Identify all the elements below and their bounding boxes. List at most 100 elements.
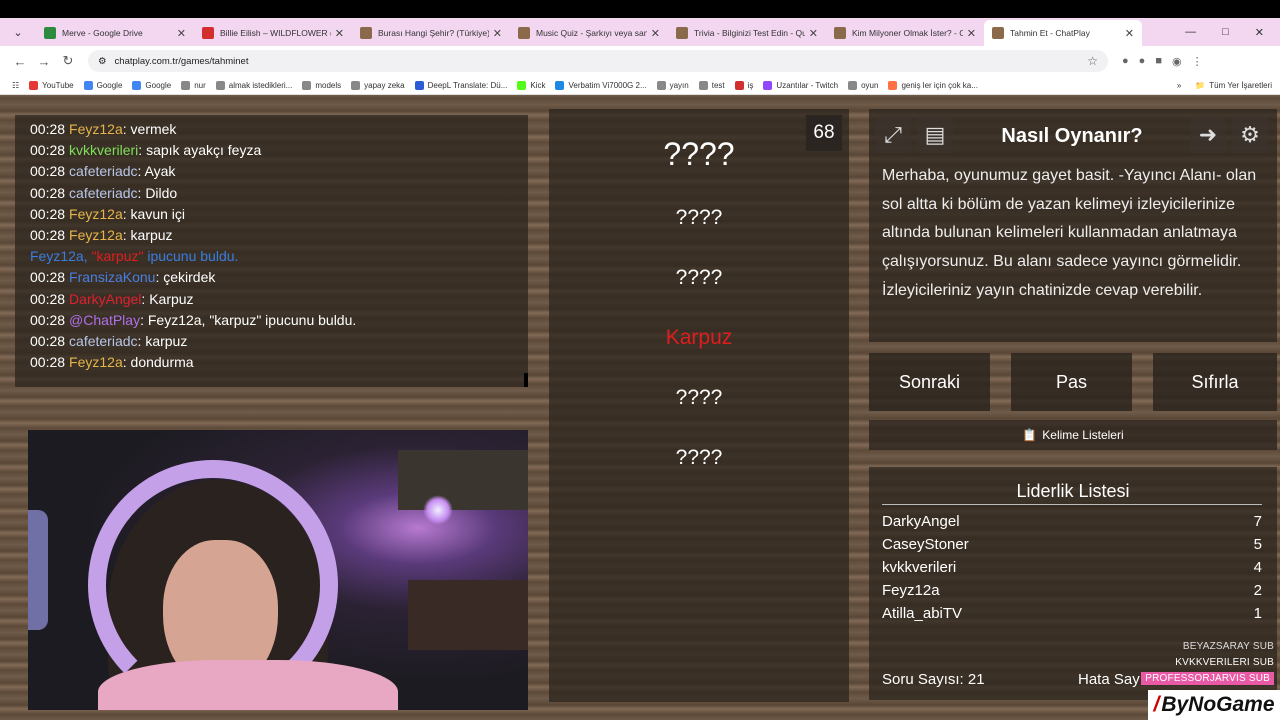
sub-alert: BEYAZSARAY SUB — [1182, 641, 1274, 652]
bookmark-star-icon[interactable]: ☆ — [1087, 54, 1098, 68]
leaderboard-row: CaseyStoner 5 — [882, 536, 1262, 553]
tab-close-icon[interactable]: ✕ — [493, 27, 502, 40]
maximize-icon[interactable]: □ — [1222, 26, 1229, 38]
chat-username: cafeteriadc — [69, 333, 138, 350]
howto-title: Nasıl Oynanır? — [1001, 125, 1143, 147]
hint-word: "karpuz" — [91, 248, 144, 265]
chat-message: 00:28 cafeteriadc: karpuz — [30, 333, 188, 350]
leaderboard-title: Liderlik Listesi — [1016, 481, 1130, 501]
bookmark-favicon-icon — [763, 80, 773, 90]
menu-icon[interactable]: ⋮ — [1192, 55, 1203, 68]
url-text: chatplay.com.tr/games/tahminet — [114, 55, 249, 67]
chat-text: Karpuz — [149, 290, 194, 307]
game-stage: 00:28 Feyz12a: vermek 00:28 kvkkverileri: s… — [0, 95, 1280, 720]
word-slot-4: ???? — [675, 386, 723, 409]
sub-alert: KVKKVERILERI SUB — [1175, 657, 1274, 668]
address-bar[interactable]: ⚙ chatplay.com.tr/games/tahminet ☆ — [88, 50, 1108, 72]
close-window-icon[interactable]: ✕ — [1255, 26, 1264, 39]
exit-icon[interactable]: ➜ — [1190, 117, 1226, 153]
tab-close-icon[interactable]: ✕ — [651, 27, 660, 40]
tab-2[interactable]: Burası Hangi Şehir? (Türkiye) - l ✕ — [352, 20, 510, 46]
tab-strip: ⌄ Merve - Google Drive ✕ Billie Eilish – W… — [0, 18, 1280, 46]
bookmark-item[interactable]: almak istedikleri... — [215, 80, 292, 90]
bookmark-item[interactable]: Kick — [517, 80, 545, 90]
chat-username: @ChatPlay — [69, 311, 141, 328]
notes-icon[interactable]: ▤ — [917, 117, 953, 153]
bookmark-item[interactable]: yapay zeka — [351, 80, 405, 90]
extension-icon[interactable]: ■ — [1155, 55, 1162, 68]
chat-time: 00:28 — [30, 184, 66, 201]
minimize-icon[interactable]: — — [1185, 26, 1196, 38]
player-name: kvkkverileri — [882, 559, 957, 576]
bookmark-item[interactable]: Verbatim Vi7000G 2... — [555, 80, 647, 90]
chat-time: 00:28 — [30, 354, 66, 371]
apps-grid-icon[interactable]: ☷ — [12, 81, 19, 90]
player-score: 7 — [1253, 513, 1262, 530]
bookmark-item[interactable]: YouTube — [29, 80, 74, 90]
tab-close-icon[interactable]: ✕ — [967, 27, 976, 40]
bookmark-item[interactable]: Google — [83, 80, 122, 90]
howto-text: Merhaba, oyunumuz gayet basit. -Yayıncı … — [882, 167, 1257, 299]
pass-button[interactable]: Pas — [1011, 353, 1132, 411]
extension-icon[interactable]: ● — [1122, 55, 1129, 68]
forward-icon[interactable]: → — [32, 54, 56, 69]
fullscreen-icon[interactable]: ⤢ — [875, 117, 911, 153]
player-score: 2 — [1253, 582, 1262, 599]
back-icon[interactable]: ← — [8, 54, 32, 69]
tab-0[interactable]: Merve - Google Drive ✕ — [36, 20, 194, 46]
webcam-feed — [28, 430, 528, 710]
tab-favicon-icon — [44, 27, 56, 39]
bookmark-item[interactable]: nur — [181, 80, 206, 90]
chat-time: 00:28 — [30, 142, 66, 159]
tab-1[interactable]: Billie Eilish – WILDFLOWER (Live ✕ — [194, 20, 352, 46]
tab-close-icon[interactable]: ✕ — [177, 27, 186, 40]
tab-3[interactable]: Music Quiz - Şarkıyı veya sanat ✕ — [510, 20, 668, 46]
gear-icon[interactable]: ⚙ — [1232, 117, 1268, 153]
chat-text: karpuz — [145, 333, 188, 350]
bookmark-item[interactable]: iş — [734, 80, 753, 90]
bookmark-item[interactable]: DeepL Translate: Dü... — [414, 80, 507, 90]
divider — [882, 504, 1262, 505]
chat-scrollbar[interactable] — [524, 373, 528, 387]
leaderboard-row: kvkkverileri 4 — [882, 559, 1262, 576]
tab-label: Music Quiz - Şarkıyı veya sanat — [536, 28, 647, 38]
chat-message: 00:28 cafeteriadc: Dildo — [30, 184, 178, 201]
tab-favicon-icon — [834, 27, 846, 39]
sub-alert: PROFESSORJARVIS SUB — [1141, 672, 1274, 685]
bookmark-favicon-icon — [555, 80, 565, 90]
bookmark-favicon-icon — [888, 80, 898, 90]
chat-text: Dildo — [145, 184, 178, 201]
tab-close-icon[interactable]: ✕ — [335, 27, 344, 40]
bookmark-item[interactable]: test — [698, 80, 725, 90]
bookmark-item[interactable]: Uzantılar - Twitch — [763, 80, 838, 90]
bookmark-item[interactable]: geniş ler için çok ka... — [888, 80, 978, 90]
bookmark-item[interactable]: Google — [132, 80, 171, 90]
bookmark-item[interactable]: oyun — [848, 80, 878, 90]
bookmark-favicon-icon — [517, 80, 527, 90]
bookmark-item[interactable]: models — [302, 80, 341, 90]
more-bookmarks-icon[interactable]: » — [1177, 81, 1181, 90]
tab-4[interactable]: Trivia - Bilginizi Test Edin - Quiz ✕ — [668, 20, 826, 46]
next-button[interactable]: Sonraki — [869, 353, 990, 411]
extension-icon[interactable]: ● — [1139, 55, 1146, 68]
profile-avatar[interactable]: ◉ — [1172, 55, 1182, 68]
chat-time: 00:28 — [30, 163, 66, 180]
reset-button[interactable]: Sıfırla — [1153, 353, 1277, 411]
tab-6[interactable]: Tahmin Et - ChatPlay ✕ — [984, 20, 1142, 46]
tab-search-chevron-icon[interactable]: ⌄ — [0, 18, 36, 46]
reload-icon[interactable]: ↻ — [56, 53, 80, 69]
tab-close-icon[interactable]: ✕ — [1125, 27, 1134, 40]
chat-text: dondurma — [130, 354, 194, 371]
word-lists-button[interactable]: 📋 Kelime Listeleri — [869, 420, 1277, 450]
tab-favicon-icon — [518, 27, 530, 39]
tab-close-icon[interactable]: ✕ — [809, 27, 818, 40]
chat-username: Feyz12a — [69, 205, 123, 222]
question-count: Soru Sayısı: 21 — [882, 671, 985, 688]
bookmark-item[interactable]: yayın — [656, 80, 689, 90]
tab-label: Billie Eilish – WILDFLOWER (Live — [220, 28, 331, 38]
site-info-icon[interactable]: ⚙ — [98, 56, 107, 67]
chat-username: FransizaKonu — [69, 269, 156, 286]
all-bookmarks[interactable]: 📁 Tüm Yer İşaretleri — [1195, 81, 1272, 90]
tab-5[interactable]: Kim Milyoner Olmak İster? - C ✕ — [826, 20, 984, 46]
chat-time: 00:28 — [30, 269, 66, 286]
